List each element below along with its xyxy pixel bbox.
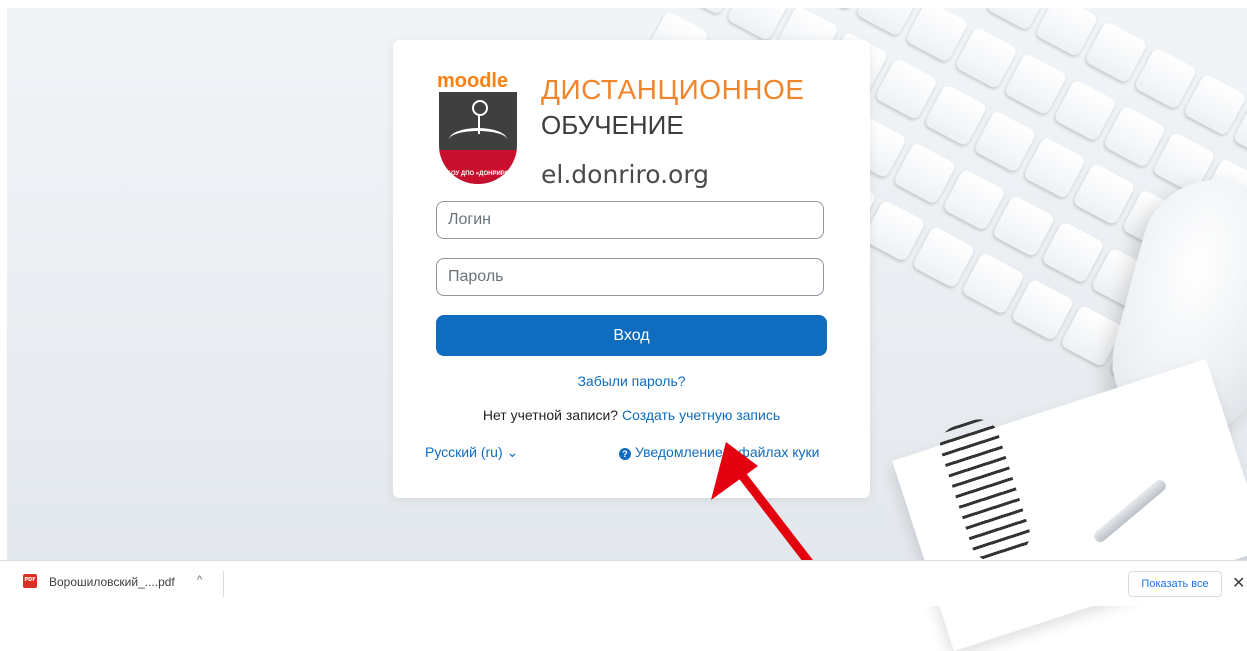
chevron-down-icon: ⌄: [506, 444, 519, 460]
language-label: Русский (ru): [425, 444, 503, 460]
download-file-name[interactable]: Ворошиловский_....pdf: [49, 575, 175, 589]
show-all-downloads-button[interactable]: Показать все: [1128, 571, 1222, 597]
cookie-notice-link[interactable]: ? Уведомление о файлах куки: [619, 444, 820, 460]
login-card: moodle ГБОУ ДПО «ДОНРИРО» ДИСТАНЦИОННОЕ …: [393, 40, 870, 498]
cookie-notice-label: Уведомление о файлах куки: [635, 444, 820, 460]
no-account-text: Нет учетной записи?: [482, 407, 619, 423]
site-domain: el.donriro.org: [541, 160, 710, 189]
logo-badge-text: ГБОУ ДПО «ДОНРИРО»: [443, 171, 513, 177]
moodle-logo: moodle ГБОУ ДПО «ДОНРИРО»: [437, 70, 517, 184]
question-circle-icon: ?: [619, 448, 631, 460]
logo-emblem: ГБОУ ДПО «ДОНРИРО»: [439, 92, 517, 184]
forgot-password-link[interactable]: Забыли пароль?: [577, 373, 685, 389]
close-icon[interactable]: ✕: [1232, 573, 1245, 593]
site-title-line1: ДИСТАНЦИОННОЕ: [541, 74, 805, 105]
login-button[interactable]: Вход: [436, 315, 827, 356]
signup-row: Нет учетной записи? Создать учетную запи…: [393, 407, 870, 423]
chevron-up-icon[interactable]: ^: [197, 574, 202, 586]
download-bar: Ворошиловский_....pdf ^ Показать все ✕: [0, 560, 1247, 606]
create-account-link[interactable]: Создать учетную запись: [622, 407, 780, 423]
site-title-line2: ОБУЧЕНИЕ: [541, 110, 684, 140]
username-input[interactable]: [436, 201, 824, 239]
pdf-file-icon: [23, 574, 37, 588]
forgot-password-row: Забыли пароль?: [393, 373, 870, 391]
logo-wordmark: moodle: [437, 70, 509, 92]
language-selector[interactable]: Русский (ru) ⌄: [425, 444, 518, 461]
download-separator: [223, 571, 224, 597]
password-input[interactable]: [436, 258, 824, 296]
